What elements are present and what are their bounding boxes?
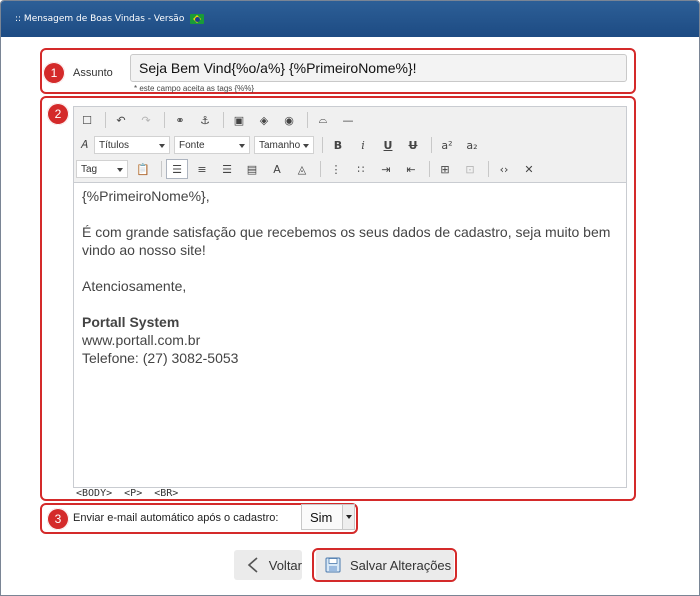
marker-2: 2 (47, 103, 69, 125)
subject-label: Assunto (73, 67, 113, 79)
company-website: www.portall.com.br (82, 332, 201, 348)
link-icon[interactable]: ⚭ (169, 110, 191, 130)
back-button[interactable]: Voltar (234, 550, 302, 580)
editor-toolbar: ☐ ↶ ↷ ⚭ ⚓ ▣ ◈ ◉ ⌓ — 𝐴 Títulos Fonte Tama… (74, 107, 626, 183)
outdent-icon[interactable]: ⇤ (400, 159, 422, 179)
chevron-down-icon (159, 144, 165, 148)
company-phone: Telefone: (27) 3082-5053 (82, 350, 239, 366)
flash-icon[interactable]: ◈ (253, 110, 275, 130)
subscript-button[interactable]: a₂ (461, 135, 483, 155)
chevron-down-icon (117, 168, 123, 172)
toolbar-separator (105, 112, 106, 128)
tag-select[interactable]: Tag (76, 160, 128, 178)
window-title: :: Mensagem de Boas Vindas - Versão (15, 14, 185, 24)
ordered-list-icon[interactable]: ⋮ (325, 159, 347, 179)
tag-select-label: Tag (81, 163, 98, 175)
paste-icon[interactable]: 📋 (132, 159, 154, 179)
horizontal-rule-icon[interactable]: — (337, 110, 359, 130)
company-name: Portall System (82, 314, 180, 330)
toolbar-row-3: Tag 📋 ☰ ≡ ☰ ▤ A ◬ ⋮ ∷ ⇥ ⇤ ⊞ ⊡ ‹› ✕ (76, 158, 543, 180)
titlebar: :: Mensagem de Boas Vindas - Versão (1, 1, 699, 37)
greeting-line: {%PrimeiroNome%}, (82, 188, 210, 204)
align-left-icon[interactable]: ☰ (166, 159, 188, 179)
align-center-icon[interactable]: ≡ (191, 159, 213, 179)
path-br[interactable]: <BR> (154, 488, 178, 499)
align-justify-icon[interactable]: ▤ (241, 159, 263, 179)
toolbar-separator (161, 161, 162, 177)
headings-select-label: Títulos (99, 139, 130, 151)
toolbar-separator (307, 112, 308, 128)
toolbar-separator (429, 161, 430, 177)
marker-3: 3 (47, 508, 69, 530)
chevron-down-icon (239, 144, 245, 148)
background-color-icon[interactable]: ◬ (291, 159, 313, 179)
superscript-button[interactable]: a² (436, 135, 458, 155)
remove-format-icon[interactable]: ✕ (518, 159, 540, 179)
welcome-message: É com grande satisfação que recebemos os… (82, 224, 611, 258)
auto-email-value: Sim (310, 509, 333, 525)
save-button[interactable]: Salvar Alterações (316, 550, 454, 580)
anchor-icon[interactable]: ⚓ (194, 110, 216, 130)
subject-value: Seja Bem Vind{%o/a%} {%PrimeiroNome%}! (139, 60, 417, 76)
table-edit-icon[interactable]: ⊡ (459, 159, 481, 179)
toolbar-separator (320, 161, 321, 177)
toolbar-separator (223, 112, 224, 128)
toolbar-separator (322, 137, 323, 153)
toolbar-separator (488, 161, 489, 177)
indent-icon[interactable]: ⇥ (375, 159, 397, 179)
editor-content[interactable]: {%PrimeiroNome%}, É com grande satisfaçã… (82, 187, 618, 367)
font-color-icon[interactable]: A (266, 159, 288, 179)
chevron-down-icon (303, 144, 309, 148)
auto-email-label: Enviar e-mail automático após o cadastro… (73, 512, 279, 524)
font-select[interactable]: Fonte (174, 136, 250, 154)
subject-hint: * este campo aceita as tags {%%} (134, 84, 255, 93)
back-arrow-icon (246, 556, 261, 574)
bold-button[interactable]: B (327, 135, 349, 155)
strikethrough-button[interactable]: U (402, 135, 424, 155)
auto-email-select[interactable]: Sim (301, 504, 355, 530)
back-button-label: Voltar (268, 557, 302, 573)
closing-line: Atenciosamente, (82, 278, 187, 294)
chevron-down-icon (342, 505, 354, 529)
path-p[interactable]: <P> (124, 488, 142, 499)
source-code-icon[interactable]: ‹› (493, 159, 515, 179)
font-select-label: Fonte (179, 139, 205, 151)
align-right-icon[interactable]: ☰ (216, 159, 238, 179)
path-body[interactable]: <BODY> (76, 488, 112, 499)
italic-button[interactable]: i (352, 135, 374, 155)
paragraph-style-icon: 𝐴 (80, 138, 88, 151)
save-button-label: Salvar Alterações (350, 557, 452, 573)
table-icon[interactable]: ⊞ (434, 159, 456, 179)
subject-input[interactable]: Seja Bem Vind{%o/a%} {%PrimeiroNome%}! (130, 54, 627, 82)
marker-1: 1 (43, 62, 65, 84)
rich-text-editor[interactable]: ☐ ↶ ↷ ⚭ ⚓ ▣ ◈ ◉ ⌓ — 𝐴 Títulos Fonte Tama… (73, 106, 627, 488)
toolbar-separator (431, 137, 432, 153)
element-path: <BODY> <P> <BR> (76, 488, 184, 499)
size-select[interactable]: Tamanho (254, 136, 314, 154)
image-icon[interactable]: ▣ (228, 110, 250, 130)
toolbar-separator (164, 112, 165, 128)
toolbar-row-2: 𝐴 Títulos Fonte Tamanho B i U U a² a₂ (76, 134, 486, 156)
media-icon[interactable]: ◉ (278, 110, 300, 130)
undo-icon[interactable]: ↶ (110, 110, 132, 130)
headings-select[interactable]: Títulos (94, 136, 170, 154)
brazil-flag-icon (190, 14, 205, 24)
underline-button[interactable]: U (377, 135, 399, 155)
size-select-label: Tamanho (259, 139, 301, 151)
unordered-list-icon[interactable]: ∷ (350, 159, 372, 179)
show-blocks-icon[interactable]: ☐ (76, 110, 98, 130)
toolbar-row-1: ☐ ↶ ↷ ⚭ ⚓ ▣ ◈ ◉ ⌓ — (76, 109, 362, 131)
redo-icon[interactable]: ↷ (135, 110, 157, 130)
special-char-icon[interactable]: ⌓ (312, 110, 334, 130)
save-icon (324, 556, 342, 574)
